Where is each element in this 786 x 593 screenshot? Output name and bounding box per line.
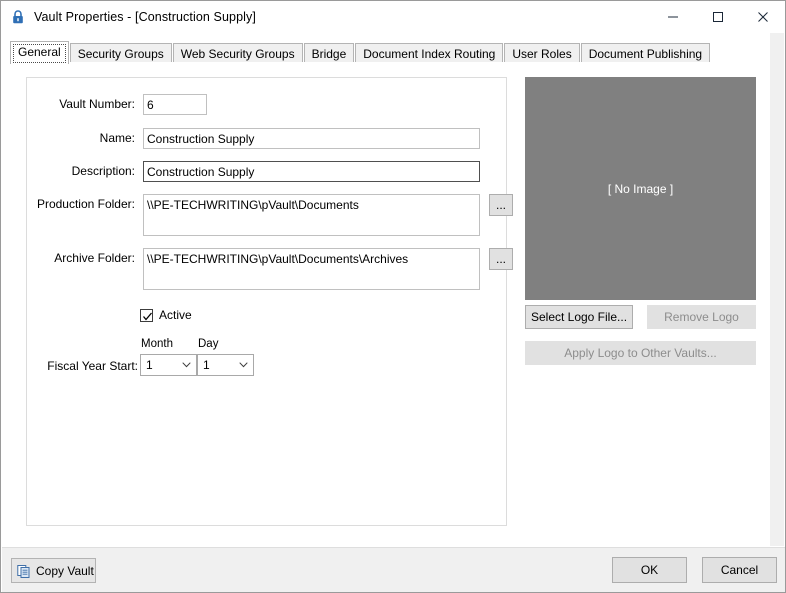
title-bar: Vault Properties - [Construction Supply] bbox=[1, 1, 785, 32]
select-logo-file-button[interactable]: Select Logo File... bbox=[525, 305, 633, 329]
chevron-down-icon bbox=[239, 362, 248, 368]
name-input[interactable]: Construction Supply bbox=[143, 128, 480, 149]
copy-icon bbox=[17, 564, 30, 578]
tab-security-groups[interactable]: Security Groups bbox=[69, 43, 172, 64]
tab-label: Security Groups bbox=[77, 47, 164, 61]
tab-label: General bbox=[18, 45, 61, 59]
minimize-button[interactable] bbox=[650, 1, 695, 32]
tab-bridge[interactable]: Bridge bbox=[303, 43, 355, 64]
fiscal-year-start-label: Fiscal Year Start: bbox=[47, 359, 138, 373]
archive-folder-label: Archive Folder: bbox=[54, 251, 135, 265]
minimize-icon bbox=[667, 16, 678, 17]
field-name: Name: Construction Supply bbox=[55, 128, 480, 149]
fiscal-month-value: 1 bbox=[146, 358, 153, 372]
tab-label: Web Security Groups bbox=[180, 47, 295, 61]
copy-vault-label: Copy Vault bbox=[36, 563, 94, 578]
vault-number-label: Vault Number: bbox=[59, 97, 135, 111]
tab-label: User Roles bbox=[512, 47, 572, 61]
production-folder-input[interactable]: \\PE-TECHWRITING\pVault\Documents bbox=[143, 194, 480, 236]
ok-button[interactable]: OK bbox=[612, 557, 687, 583]
copy-vault-button[interactable]: Copy Vault bbox=[11, 558, 96, 583]
window-controls bbox=[650, 1, 785, 32]
active-label: Active bbox=[159, 308, 192, 322]
field-production-folder: Production Folder: \\PE-TECHWRITING\pVau… bbox=[10, 194, 513, 236]
name-label: Name: bbox=[99, 131, 135, 145]
vault-properties-window: Vault Properties - [Construction Supply] bbox=[0, 0, 786, 593]
production-folder-label: Production Folder: bbox=[36, 197, 135, 211]
tab-general[interactable]: General bbox=[10, 41, 69, 64]
description-label: Description: bbox=[71, 164, 135, 178]
maximize-icon bbox=[712, 11, 723, 22]
fiscal-month-select[interactable]: 1 bbox=[140, 354, 197, 376]
archive-folder-input[interactable]: \\PE-TECHWRITING\pVault\Documents\Archiv… bbox=[143, 248, 480, 290]
archive-folder-browse-button[interactable]: ... bbox=[489, 248, 513, 270]
tab-strip: General Security Groups Web Security Gro… bbox=[2, 39, 785, 64]
tab-label: Document Index Routing bbox=[363, 47, 496, 61]
fiscal-day-select[interactable]: 1 bbox=[197, 354, 254, 376]
tab-page-general: Vault Number: 6 Name: Construction Suppl… bbox=[2, 62, 785, 547]
day-caption: Day bbox=[198, 338, 219, 350]
tab-document-publishing[interactable]: Document Publishing bbox=[580, 43, 711, 64]
tab-document-index-routing[interactable]: Document Index Routing bbox=[355, 43, 504, 64]
tab-user-roles[interactable]: User Roles bbox=[504, 43, 580, 64]
remove-logo-button: Remove Logo bbox=[647, 305, 756, 329]
field-vault-number: Vault Number: 6 bbox=[55, 94, 207, 115]
month-caption: Month bbox=[141, 338, 173, 350]
tab-web-security-groups[interactable]: Web Security Groups bbox=[172, 43, 303, 64]
tab-label: Bridge bbox=[311, 47, 347, 61]
description-input[interactable]: Construction Supply bbox=[143, 161, 480, 182]
close-icon bbox=[757, 11, 768, 22]
dialog-footer: Copy Vault OK Cancel bbox=[2, 547, 785, 592]
production-folder-browse-button[interactable]: ... bbox=[489, 194, 513, 216]
maximize-button[interactable] bbox=[695, 1, 740, 32]
checkbox-box bbox=[140, 308, 153, 322]
tab-list: General Security Groups Web Security Gro… bbox=[10, 39, 711, 64]
apply-logo-other-vaults-button: Apply Logo to Other Vaults... bbox=[525, 341, 756, 365]
active-checkbox[interactable]: Active bbox=[140, 308, 192, 322]
chevron-down-icon bbox=[182, 362, 191, 368]
close-button[interactable] bbox=[740, 1, 785, 32]
tab-label: Document Publishing bbox=[588, 47, 703, 61]
lock-icon bbox=[13, 9, 23, 23]
window-title: Vault Properties - [Construction Supply] bbox=[34, 9, 256, 24]
cancel-button[interactable]: Cancel bbox=[702, 557, 777, 583]
fiscal-day-value: 1 bbox=[203, 358, 210, 372]
vault-number-input[interactable]: 6 bbox=[143, 94, 207, 115]
window-right-edge bbox=[770, 33, 784, 546]
field-archive-folder: Archive Folder: \\PE-TECHWRITING\pVault\… bbox=[10, 248, 513, 290]
field-description: Description: Construction Supply bbox=[55, 161, 480, 182]
check-icon bbox=[143, 312, 152, 321]
logo-preview: [ No Image ] bbox=[525, 77, 756, 300]
logo-placeholder-text: [ No Image ] bbox=[607, 181, 674, 196]
